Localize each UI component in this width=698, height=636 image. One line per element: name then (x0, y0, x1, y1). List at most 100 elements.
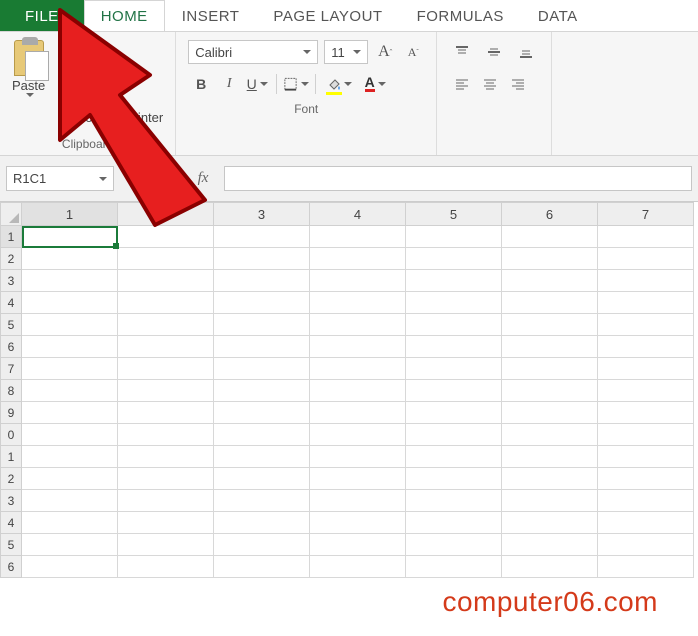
column-header[interactable]: 7 (598, 202, 694, 226)
increase-font-button[interactable]: Aˆ (374, 41, 396, 63)
row-header[interactable]: 6 (0, 556, 22, 578)
tab-page-layout[interactable]: PAGE LAYOUT (256, 0, 399, 31)
cell[interactable] (502, 534, 598, 556)
cell[interactable] (598, 248, 694, 270)
cell[interactable] (502, 446, 598, 468)
align-right-button[interactable] (505, 72, 531, 96)
cell[interactable] (598, 556, 694, 578)
enter-icon[interactable] (160, 168, 182, 190)
cell[interactable] (406, 556, 502, 578)
cell[interactable] (22, 490, 118, 512)
cell[interactable] (214, 336, 310, 358)
cell[interactable] (502, 292, 598, 314)
tab-home[interactable]: HOME (84, 0, 165, 31)
cell[interactable] (214, 424, 310, 446)
align-top-button[interactable] (449, 40, 475, 64)
cell[interactable] (598, 292, 694, 314)
cell[interactable] (310, 292, 406, 314)
cell[interactable] (22, 512, 118, 534)
align-left-button[interactable] (449, 72, 475, 96)
formula-input[interactable] (224, 166, 692, 191)
cell[interactable] (214, 292, 310, 314)
align-bottom-button[interactable] (513, 40, 539, 64)
cell[interactable] (214, 380, 310, 402)
cell[interactable] (310, 248, 406, 270)
row-header[interactable]: 1 (0, 446, 22, 468)
cell[interactable] (406, 512, 502, 534)
cell[interactable] (406, 380, 502, 402)
cell[interactable] (502, 380, 598, 402)
column-header[interactable]: 2 (118, 202, 214, 226)
font-color-button[interactable]: A (358, 72, 392, 96)
row-header[interactable]: 6 (0, 336, 22, 358)
cell[interactable] (214, 402, 310, 424)
cell[interactable] (406, 468, 502, 490)
row-header[interactable]: 2 (0, 248, 22, 270)
cell[interactable] (598, 468, 694, 490)
tab-formulas[interactable]: FORMULAS (400, 0, 521, 31)
row-header[interactable]: 3 (0, 270, 22, 292)
cell[interactable] (118, 468, 214, 490)
cell[interactable] (214, 468, 310, 490)
row-header[interactable]: 5 (0, 534, 22, 556)
column-header[interactable]: 5 (406, 202, 502, 226)
cell[interactable] (22, 534, 118, 556)
cell[interactable] (310, 336, 406, 358)
cell[interactable] (406, 446, 502, 468)
cell[interactable] (118, 336, 214, 358)
cell[interactable] (406, 534, 502, 556)
cell[interactable] (502, 402, 598, 424)
cell[interactable] (118, 402, 214, 424)
tab-insert[interactable]: INSERT (165, 0, 257, 31)
cell[interactable] (502, 226, 598, 248)
cell[interactable] (118, 292, 214, 314)
cell[interactable] (502, 248, 598, 270)
row-header[interactable]: 9 (0, 402, 22, 424)
paste-button[interactable]: Paste (6, 36, 51, 135)
cell[interactable] (118, 534, 214, 556)
row-header[interactable]: 2 (0, 468, 22, 490)
cell[interactable] (502, 556, 598, 578)
cell[interactable] (310, 534, 406, 556)
cell[interactable] (118, 358, 214, 380)
row-header[interactable]: 5 (0, 314, 22, 336)
cell[interactable] (502, 336, 598, 358)
cell[interactable] (118, 226, 214, 248)
cell[interactable] (598, 226, 694, 248)
cell[interactable] (118, 446, 214, 468)
cell[interactable] (214, 270, 310, 292)
cell[interactable] (598, 490, 694, 512)
cell[interactable] (22, 556, 118, 578)
row-header[interactable]: 4 (0, 512, 22, 534)
cell[interactable] (310, 424, 406, 446)
name-box[interactable]: R1C1 (6, 166, 114, 191)
row-header[interactable]: 4 (0, 292, 22, 314)
cell[interactable] (502, 358, 598, 380)
cell[interactable] (22, 468, 118, 490)
cell[interactable] (406, 336, 502, 358)
cell[interactable] (22, 248, 118, 270)
cell[interactable] (214, 556, 310, 578)
cell[interactable] (118, 270, 214, 292)
align-center-button[interactable] (477, 72, 503, 96)
cell[interactable] (214, 512, 310, 534)
cell[interactable] (310, 226, 406, 248)
cell[interactable] (214, 490, 310, 512)
cell[interactable] (310, 402, 406, 424)
cell[interactable] (406, 358, 502, 380)
cell[interactable] (22, 402, 118, 424)
column-header[interactable]: 3 (214, 202, 310, 226)
align-middle-button[interactable] (481, 40, 507, 64)
cell[interactable] (598, 534, 694, 556)
cut-button[interactable]: Cut (55, 44, 165, 64)
cells-grid[interactable] (22, 226, 694, 578)
column-header[interactable]: 4 (310, 202, 406, 226)
cell[interactable] (502, 468, 598, 490)
row-header[interactable]: 1 (0, 226, 22, 248)
cell[interactable] (22, 292, 118, 314)
cell[interactable] (310, 380, 406, 402)
cell[interactable] (502, 314, 598, 336)
row-header[interactable]: 3 (0, 490, 22, 512)
cell[interactable] (310, 556, 406, 578)
cell[interactable] (310, 358, 406, 380)
